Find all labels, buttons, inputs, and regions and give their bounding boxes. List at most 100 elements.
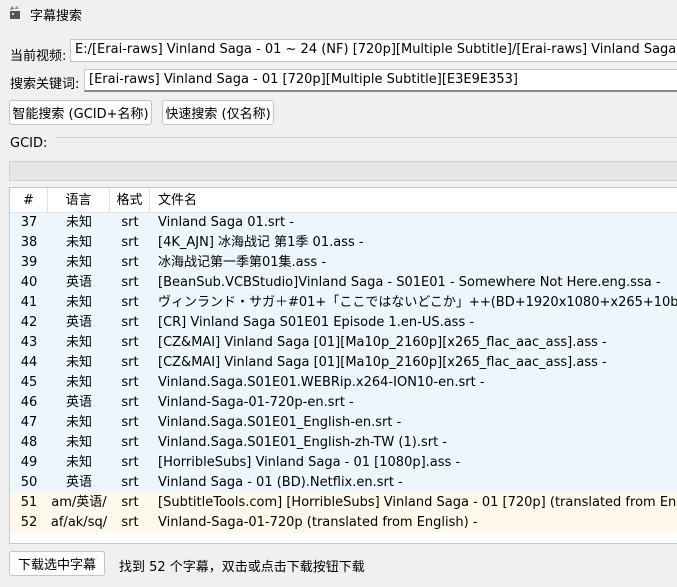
row-num: 43 [20,335,38,350]
row-language: am/英语/ [51,495,107,510]
table-row[interactable]: 51 am/英语/srt [SubtitleTools.com] [Horrible… [10,493,677,513]
row-filename: 冰海战记第一季第01集.ass - [158,255,327,270]
row-filename: [4K_AJN] 冰海战记 第1季 01.ass - [158,235,364,250]
row-language: 英语 [65,315,92,330]
table-row[interactable]: 52 af/ak/sq/srt Vinland-Saga-01-720p (tran… [10,513,677,533]
download-selected-button[interactable]: 下载选中字幕 [9,551,105,576]
row-format: srt [121,355,139,370]
table-row[interactable]: 40 英语 srt [BeanSub.VCBStudio]Vinland Saga -… [10,273,677,293]
row-filename: [HorribleSubs] Vinland Saga - 01 [1080p]… [158,455,461,470]
row-language: 未知 [65,235,92,250]
row-num: 39 [20,255,38,270]
table-row[interactable]: 50 英语 srt Vinland Saga - 01 (BD).Netflix.en… [10,473,677,493]
row-num: 38 [20,235,38,250]
row-filename: Vinland.Saga.S01E01_English-en.srt - [158,415,402,430]
search-progress-bar [9,161,677,181]
row-num: 50 [20,475,38,490]
row-num: 45 [20,375,38,390]
row-language: 未知 [65,255,92,270]
row-format: srt [121,455,139,470]
row-format: srt [121,335,139,350]
row-language: 未知 [65,435,92,450]
table-row[interactable]: 46 英语 srt Vinland-Saga-01-720p-en.srt - [10,393,677,413]
row-num: 52 [20,515,38,530]
header-language[interactable]: 语言 [48,188,110,213]
header-filename[interactable]: 文件名 [150,188,677,213]
row-num: 40 [20,275,38,290]
row-num: 51 [20,495,38,510]
current-video-field[interactable]: E:/[Erai-raws] Vinland Saga - 01 ~ 24 (N… [70,39,677,62]
row-filename: Vinland Saga 01.srt - [158,215,294,230]
row-language: 未知 [65,455,92,470]
table-row[interactable]: 43 未知 srt [CZ&MAI] Vinland Saga [01][Ma10p_… [10,333,677,353]
gcid-field[interactable] [56,137,677,153]
row-num: 46 [20,395,38,410]
row-num: 47 [20,415,38,430]
header-format[interactable]: 格式 [110,188,150,213]
row-format: srt [121,235,139,250]
row-language: 未知 [65,355,92,370]
row-language: 英语 [65,395,92,410]
row-filename: Vinland.Saga.S01E01.WEBRip.x264-ION10-en… [158,375,485,390]
search-keyword-label: 搜索关键词: [10,77,80,92]
current-video-label: 当前视频: [10,49,67,64]
row-filename: Vinland.Saga.S01E01_English-zh-TW (1).sr… [158,435,447,450]
table-row[interactable]: 47 未知 srt Vinland.Saga.S01E01_English-en.sr… [10,413,677,433]
row-filename: Vinland-Saga-01-720p (translated from En… [158,515,478,530]
clapperboard-icon [10,6,20,19]
table-row[interactable]: 48 未知 srt Vinland.Saga.S01E01_English-zh-TW… [10,433,677,453]
header-num[interactable]: # [10,188,48,213]
row-num: 49 [20,455,38,470]
row-filename: [SubtitleTools.com] [HorribleSubs] Vinla… [158,495,677,510]
title-bar: 字幕搜索 [0,0,677,28]
table-header: # 语言 格式 文件名 [10,188,677,213]
table-row[interactable]: 44 未知 srt [CZ&MAI] Vinland Saga [01][Ma10p_… [10,353,677,373]
row-filename: [BeanSub.VCBStudio]Vinland Saga - S01E01… [158,275,661,290]
row-language: 未知 [65,335,92,350]
table-row[interactable]: 37 未知 srt Vinland Saga 01.srt - [10,213,677,233]
row-num: 41 [20,295,38,310]
row-format: srt [121,515,139,530]
row-format: srt [121,435,139,450]
row-filename: Vinland Saga - 01 (BD).Netflix.en.srt - [158,475,403,490]
table-body: 37 未知 srt Vinland Saga 01.srt - 38 未知 srt [4K_A… [10,213,677,533]
window-title: 字幕搜索 [30,9,83,24]
row-language: 英语 [65,475,92,490]
table-row[interactable]: 38 未知 srt [4K_AJN] 冰海战记 第1季 01.ass - [10,233,677,253]
row-num: 44 [20,355,38,370]
gcid-label: GCID: [10,136,48,151]
table-row[interactable]: 49 未知 srt [HorribleSubs] Vinland Saga - 01 … [10,453,677,473]
table-row[interactable]: 39 未知 srt 冰海战记第一季第01集.ass - [10,253,677,273]
row-language: af/ak/sq/ [50,515,108,530]
row-format: srt [121,315,139,330]
row-filename: Vinland-Saga-01-720p-en.srt - [158,395,354,410]
row-language: 未知 [65,375,92,390]
status-text: 找到 52 个字幕，双击或点击下载按钮下载 [119,560,365,575]
smart-search-button[interactable]: 智能搜索 (GCID+名称) [9,100,152,125]
row-filename: ヴィンランド・サガ＋#01+「ここではないどこか」++(BD+1920x1080… [158,295,677,310]
row-language: 未知 [65,415,92,430]
row-num: 37 [20,215,38,230]
row-format: srt [121,415,139,430]
row-language: 未知 [65,215,92,230]
row-filename: [CZ&MAI] Vinland Saga [01][Ma10p_2160p][… [158,355,607,370]
search-keyword-input[interactable]: [Erai-raws] Vinland Saga - 01 [720p][Mul… [84,69,677,92]
row-format: srt [121,395,139,410]
row-format: srt [121,275,139,290]
row-num: 48 [20,435,38,450]
row-filename: [CZ&MAI] Vinland Saga [01][Ma10p_2160p][… [158,335,607,350]
row-language: 未知 [65,295,92,310]
row-language: 英语 [65,275,92,290]
table-row[interactable]: 45 未知 srt Vinland.Saga.S01E01.WEBRip.x264-I… [10,373,677,393]
row-filename: [CR] Vinland Saga S01E01 Episode 1.en-US… [158,315,475,330]
row-format: srt [121,475,139,490]
results-table[interactable]: # 语言 格式 文件名 37 未知 srt Vinland Saga 01.srt -… [9,187,677,544]
row-format: srt [121,295,139,310]
row-format: srt [121,255,139,270]
row-format: srt [121,375,139,390]
table-row[interactable]: 42 英语 srt [CR] Vinland Saga S01E01 Episode … [10,313,677,333]
row-format: srt [121,215,139,230]
quick-search-button[interactable]: 快速搜索 (仅名称) [162,100,274,125]
table-row[interactable]: 41 未知 srt ヴィンランド・サガ＋#01+「ここではないどこか」++(BD+19… [10,293,677,313]
row-num: 42 [20,315,38,330]
